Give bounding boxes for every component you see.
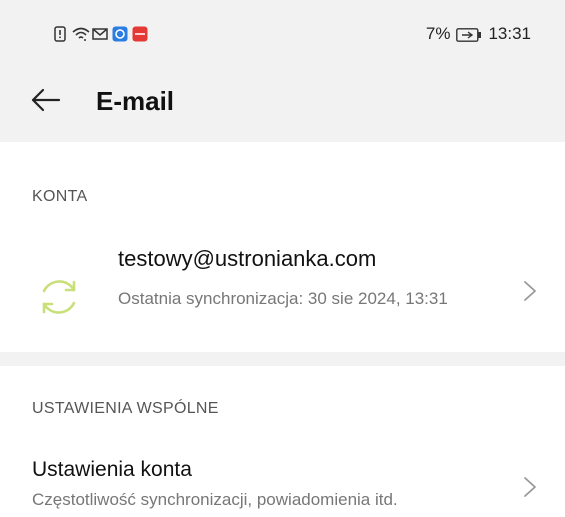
wifi-icon — [72, 26, 90, 42]
battery-percent: 7% — [425, 24, 451, 43]
section-header-accounts: KONTA — [32, 188, 88, 205]
account-settings-title: Ustawienia konta — [32, 458, 192, 481]
arrow-left-icon — [31, 88, 61, 117]
sim-alert-icon — [52, 26, 68, 42]
back-button[interactable] — [26, 82, 66, 122]
status-right: 7% 13:31 — [426, 24, 531, 44]
status-bar: 7% 13:31 — [0, 0, 565, 64]
account-last-sync: Ostatnia synchronizacja: 30 sie 2024, 13… — [118, 289, 448, 308]
sync-icon — [36, 274, 82, 320]
account-item[interactable]: testowy@ustronianka.com Ostatnia synchro… — [0, 230, 565, 348]
account-email: testowy@ustronianka.com — [118, 246, 377, 271]
account-settings-item[interactable]: Ustawienia konta Częstotliwość synchroni… — [0, 448, 565, 517]
chevron-right-icon — [523, 476, 537, 498]
page-title: E-mail — [96, 86, 175, 116]
app-blue-icon — [112, 26, 128, 42]
status-icons — [52, 26, 148, 42]
battery-charging-icon — [456, 27, 482, 42]
section-header-shared-settings: USTAWIENIA WSPÓLNE — [32, 400, 219, 417]
section-divider — [0, 352, 565, 366]
chevron-right-icon — [523, 280, 537, 302]
mail-icon — [92, 26, 108, 42]
status-time: 13:31 — [488, 24, 531, 43]
app-bar: E-mail — [0, 64, 565, 142]
account-settings-subtitle: Częstotliwość synchronizacji, powiadomie… — [32, 490, 398, 509]
app-red-icon — [132, 26, 148, 42]
